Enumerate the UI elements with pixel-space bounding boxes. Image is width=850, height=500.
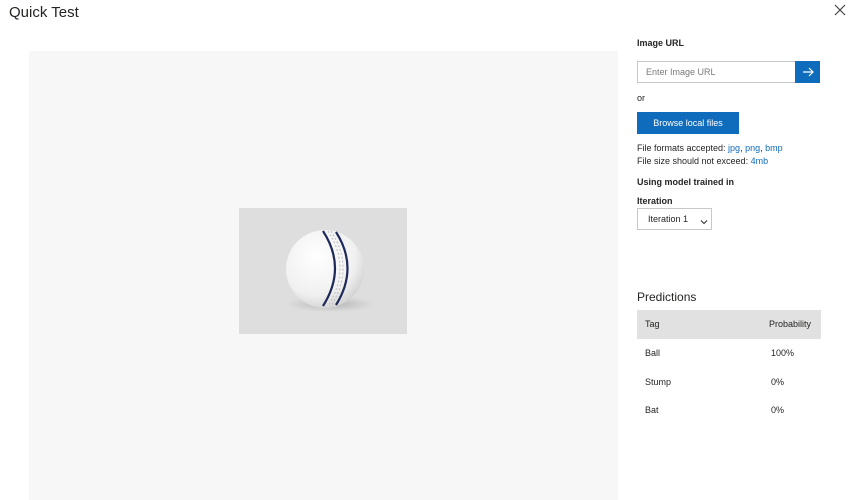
browse-local-files-button[interactable]: Browse local files	[637, 112, 739, 134]
table-row: Bat 0%	[637, 396, 821, 425]
file-size-prefix: File size should not exceed:	[637, 156, 751, 166]
model-label: Using model trained in	[637, 177, 735, 187]
row-probability: 0%	[771, 376, 785, 387]
file-formats-prefix: File formats accepted:	[637, 143, 729, 153]
or-separator: or	[637, 93, 646, 103]
format-png: png	[745, 143, 761, 153]
iteration-label: Iteration	[637, 196, 673, 206]
predictions-title: Predictions	[637, 290, 697, 304]
row-tag: Bat	[645, 405, 659, 415]
table-row: Stump 0%	[637, 368, 821, 397]
iteration-selected-value: Iteration 1	[648, 214, 689, 224]
table-row: Ball 100%	[637, 339, 821, 368]
file-size-limit: 4mb	[750, 156, 769, 166]
row-probability: 0%	[771, 405, 785, 415]
file-formats-text: File formats accepted: jpg, png, bmp	[637, 143, 783, 153]
image-preview-area	[29, 51, 618, 500]
arrow-right-icon	[802, 65, 814, 80]
row-tag: Stump	[645, 376, 672, 387]
format-jpg: jpg	[728, 143, 741, 153]
format-bmp: bmp	[765, 143, 783, 153]
row-tag: Ball	[645, 348, 661, 358]
close-icon[interactable]	[832, 2, 848, 18]
file-size-text: File size should not exceed: 4mb	[637, 156, 768, 166]
page-title: Quick Test	[9, 4, 79, 21]
submit-url-button[interactable]	[795, 61, 820, 83]
image-url-input[interactable]	[637, 61, 796, 83]
iteration-dropdown[interactable]: Iteration 1	[637, 208, 712, 230]
table-header: Tag Probability	[637, 310, 821, 339]
row-probability: 100%	[771, 348, 795, 358]
chevron-down-icon	[699, 214, 709, 225]
cricket-ball-image	[239, 208, 407, 334]
predictions-table: Tag Probability Ball 100% Stump 0% Bat 0…	[637, 310, 821, 425]
column-header-tag: Tag	[645, 319, 660, 329]
image-url-label: Image URL	[637, 38, 685, 48]
column-header-probability: Probability	[769, 319, 812, 329]
